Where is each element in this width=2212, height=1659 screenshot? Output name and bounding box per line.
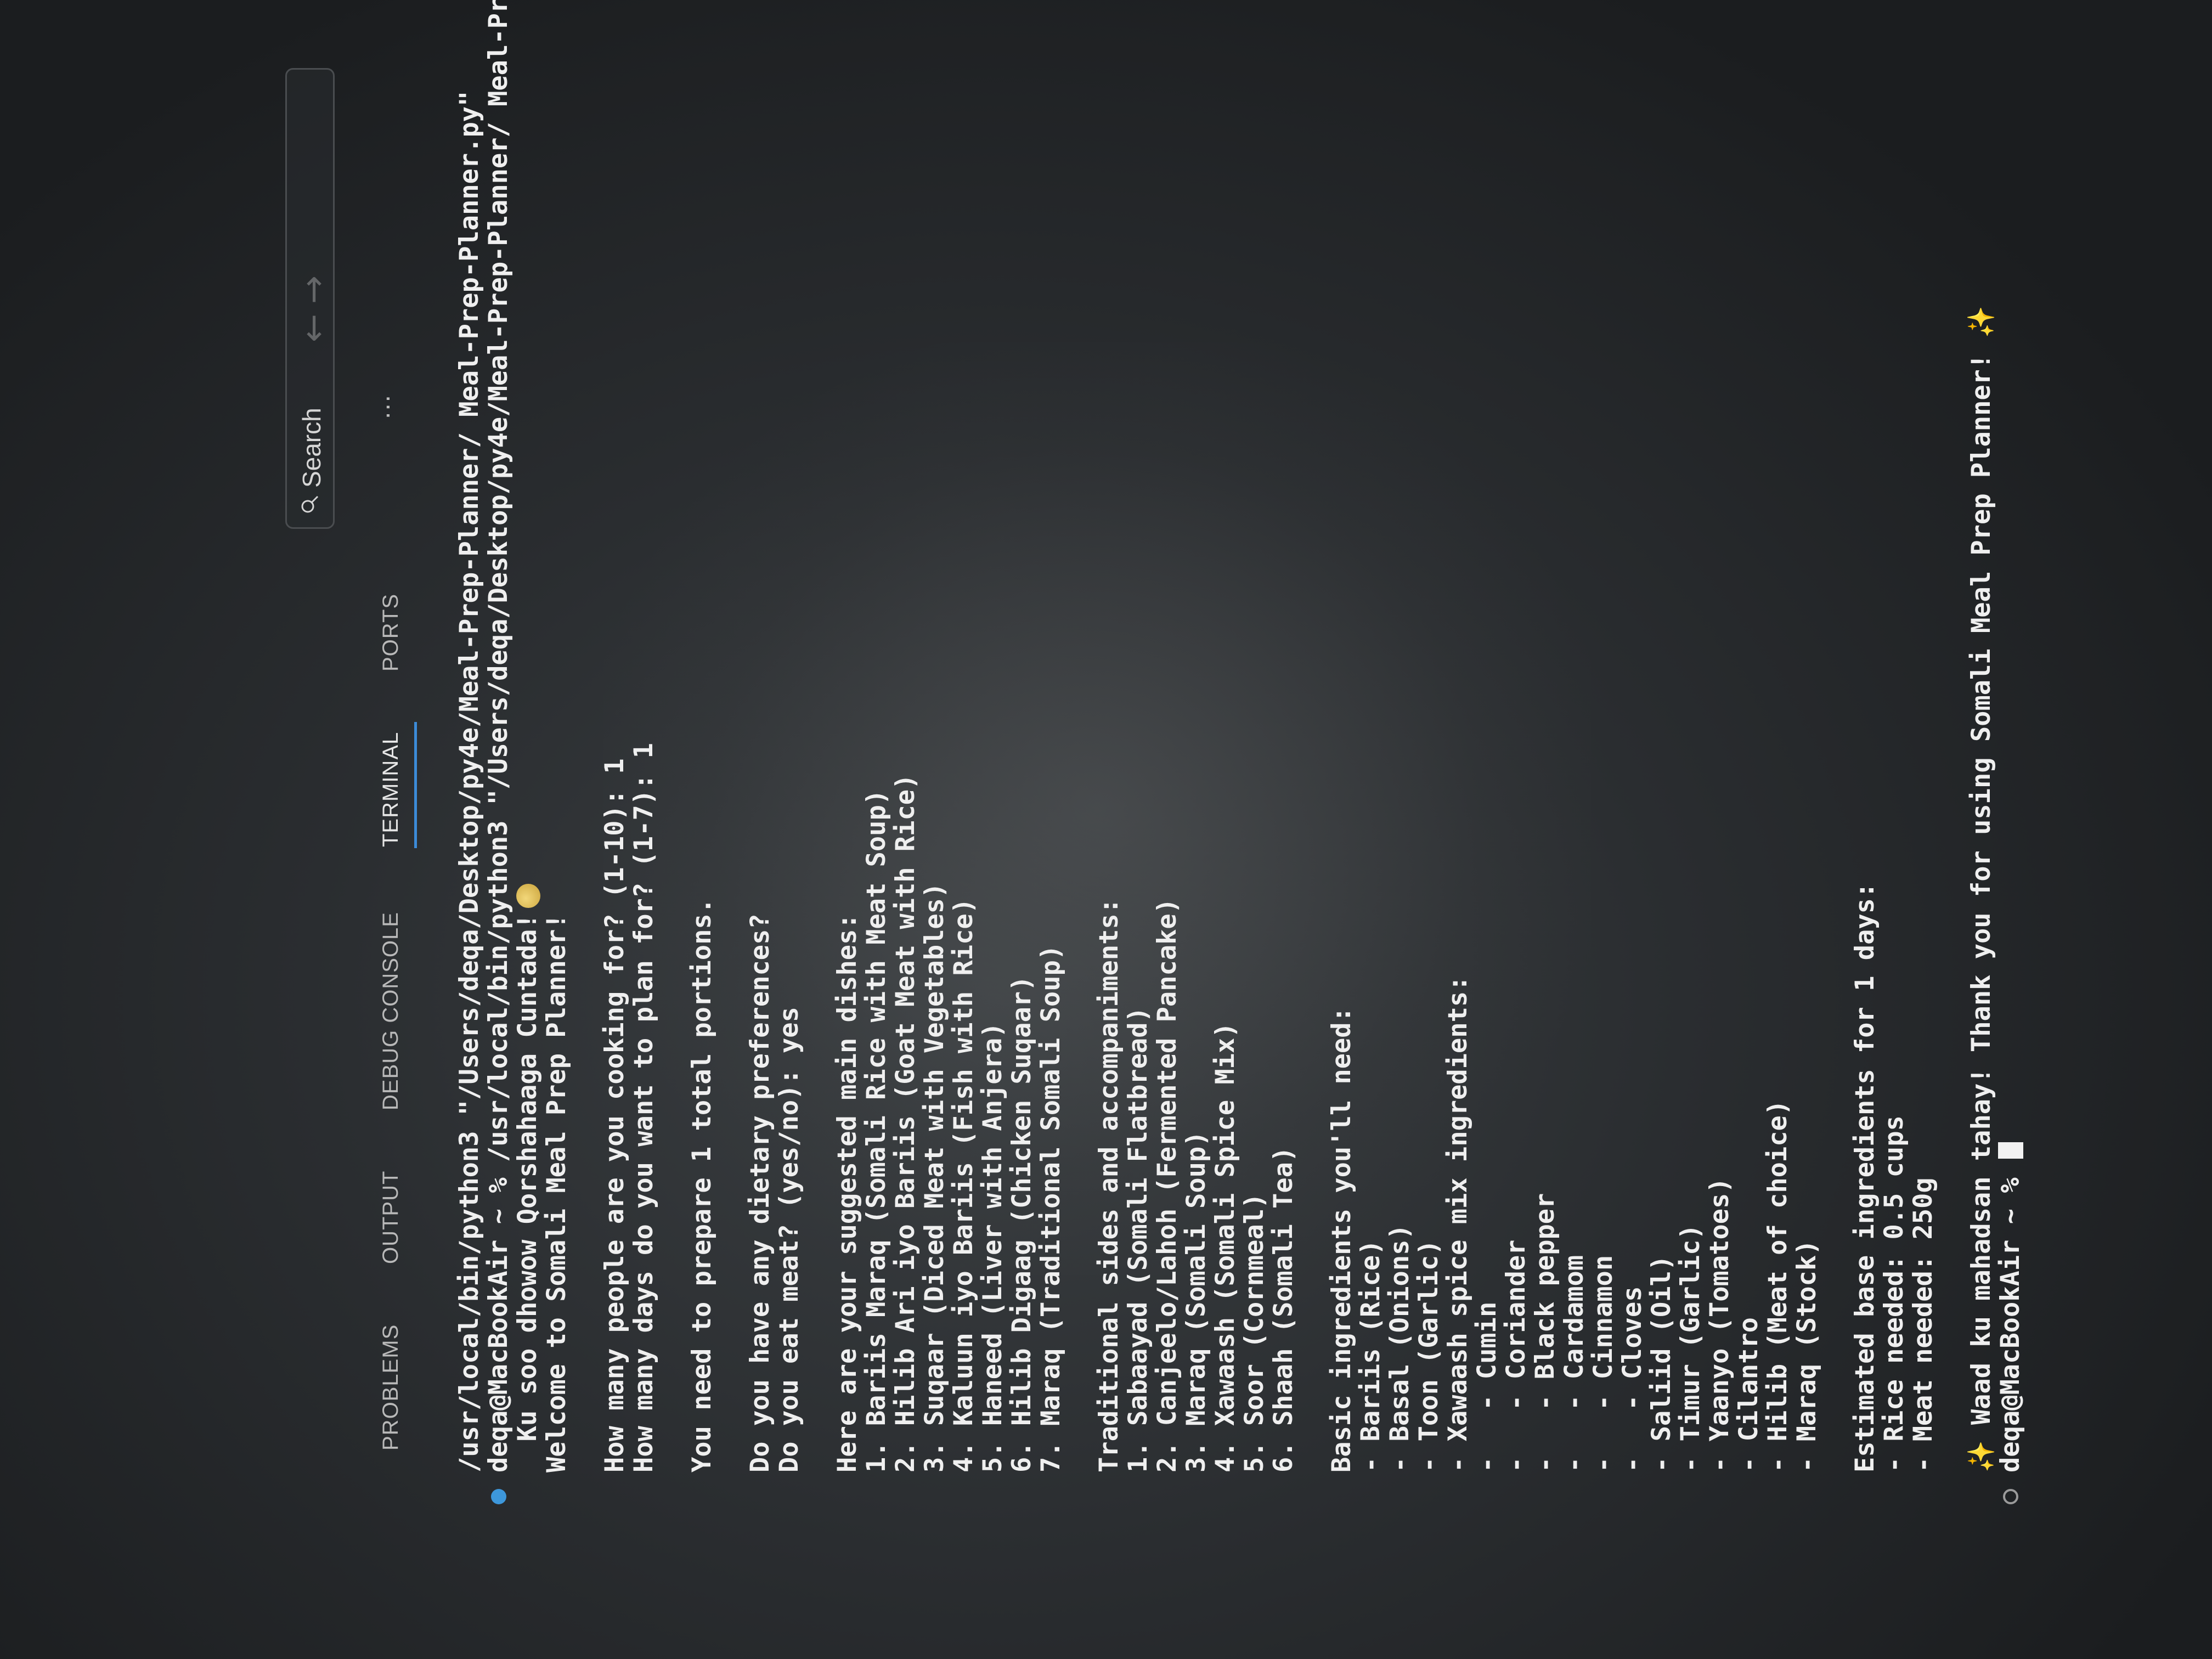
terminal-line: Welcome to Somali Meal Prep Planner! [541,913,572,1472]
tab-terminal[interactable]: TERMINAL [379,732,403,847]
terminal-line: - Meat needed: 250g [1908,1177,1938,1472]
search-input[interactable]: Search [285,68,335,529]
terminal-line: /usr/local/bin/python3 "/Users/deqa/Desk… [454,91,484,1472]
prompt-status-dot [2003,1489,2018,1504]
tab-output[interactable]: OUTPUT [379,1171,403,1264]
cursor [1998,1142,2023,1159]
terminal-line: ✨ Waad ku mahadsan tahay! Thank you for … [1966,306,1996,1472]
terminal-line: Estimated base ingredients for 1 days: [1850,882,1880,1472]
terminal-line: - - Cardamom [1559,1255,1589,1472]
terminal-line: - Bariis (Rice) [1356,1239,1386,1472]
terminal-line: You need to prepare 1 total portions. [687,898,717,1472]
terminal-line: 3. Maraq (Somali Soup) [1181,1131,1211,1472]
terminal-line: Ku soo dhowow Qorshahaaga Cuntada! [512,2,543,1472]
terminal-line: - Saliid (Oil) [1646,1255,1677,1472]
terminal-line: - Timur (Garlic) [1675,1224,1706,1472]
terminal-line: How many days do you want to plan for? (… [629,743,659,1472]
terminal-line: 6. Shaah (Somali Tea) [1268,1146,1299,1472]
search-label: Search [297,408,326,488]
terminal-line: 5. Haneed (Liver with Anjera) [978,1022,1008,1472]
terminal-line: - Basal (Onions) [1385,1224,1415,1472]
tab-ports[interactable]: PORTS [379,594,403,672]
more-icon[interactable]: ... [366,386,396,419]
terminal-line: deqa@MacBookAir ~ % /usr/local/bin/pytho… [483,0,514,1504]
terminal-line: - - Coriander [1501,1239,1531,1472]
panel-header: ... ← → Search PROBLEMS OUTPUT DEBUG CON… [0,0,472,1659]
terminal-line: 3. Suqaar (Diced Meat with Vegetables) [919,882,950,1472]
terminal-prompt-line[interactable]: deqa@MacBookAir ~ % [1995,2,2025,1504]
terminal-line: Do you eat meat? (yes/no): yes [774,1007,804,1472]
tab-problems[interactable]: PROBLEMS [379,1324,403,1451]
terminal-line: 4. Kaluun iyo Bariis (Fish with Rice) [949,898,979,1472]
terminal-line: - - Black pepper [1530,1193,1560,1472]
sparkle-icon: ✨ [1966,306,1996,338]
sparkle-icon: ✨ [1966,1440,1996,1472]
terminal-line: Do you have any dietary preferences? [745,913,775,1472]
terminal-line: - - Cinnamon [1588,1255,1618,1472]
terminal-line: - Hilib (Meat of choice) [1763,1099,1793,1472]
terminal-line: 4. Xawaash (Somali Spice Mix) [1210,1022,1240,1472]
terminal-line: 1. Sabaayad (Somali Flatbread) [1123,1007,1153,1472]
cookie-emoji-icon [516,884,540,909]
terminal-line: 2. Hilib Ari iyo Bariis (Goat Meat with … [890,774,921,1472]
terminal-line: Basic ingredients you'll need: [1327,1007,1357,1472]
terminal-line: - Toon (Garlic) [1414,1239,1444,1472]
terminal-line: 6. Hilib Digaag (Chicken Suqaar) [1007,975,1037,1472]
terminal-line: Traditional sides and accompaniments: [1094,898,1124,1472]
terminal-line: - Cilantro [1734,1317,1764,1472]
terminal-line: - Xawaash spice mix ingredients: [1443,975,1473,1472]
terminal-line: 7. Maraq (Traditional Somali Soup) [1036,944,1066,1472]
tab-debug-console[interactable]: DEBUG CONSOLE [379,912,403,1110]
terminal-output[interactable]: /usr/local/bin/python3 "/Users/deqa/Desk… [454,0,2025,1504]
search-icon [301,495,319,513]
terminal-line: Here are your suggested main dishes: [832,913,862,1472]
terminal-line: - Rice needed: 0.5 cups [1879,1115,1909,1472]
terminal-line: 2. Canjeelo/Lahoh (Fermented Pancake) [1152,898,1182,1472]
tab-terminal-underline [414,722,417,848]
terminal-line: - Maraq (Stock) [1792,1239,1822,1472]
terminal-line: - Yaanyo (Tomatoes) [1705,1177,1735,1472]
terminal-line: How many people are you cooking for? (1-… [600,758,630,1472]
terminal-line: 1. Bariis Maraq (Somali Rice with Meat S… [861,789,891,1472]
command-status-dot [491,1489,506,1504]
terminal-line: 5. Soor (Cornmeal) [1239,1193,1269,1472]
terminal-line: - - Cumin [1472,1301,1502,1472]
terminal-line: - - Cloves [1617,1286,1647,1472]
